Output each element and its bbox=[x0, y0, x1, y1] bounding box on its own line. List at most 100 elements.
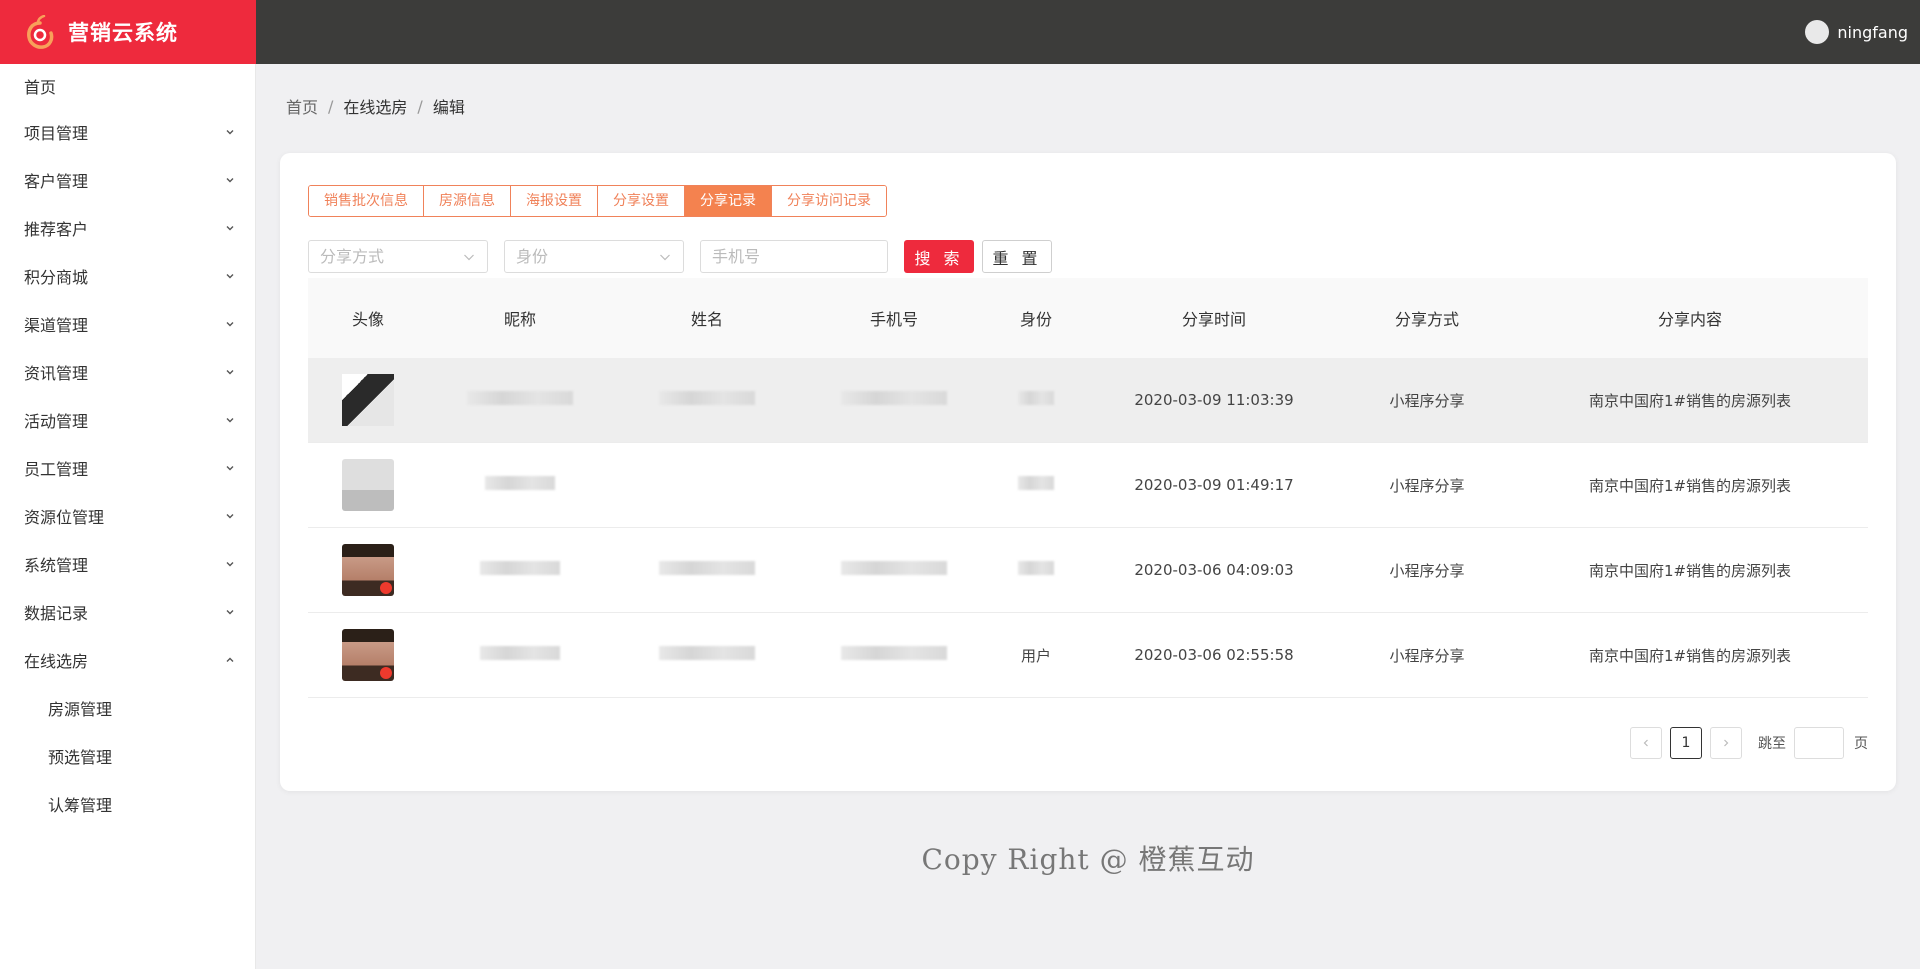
identity: 用户 bbox=[1020, 646, 1051, 665]
share-method: 小程序分享 bbox=[1389, 391, 1465, 410]
app-title: 营销云系统 bbox=[68, 21, 178, 45]
sidebar-item-news[interactable]: 资讯管理 bbox=[0, 348, 255, 396]
sidebar-item-customers[interactable]: 客户管理 bbox=[0, 156, 255, 204]
tab-poster-settings[interactable]: 海报设置 bbox=[511, 186, 598, 216]
sidebar-item-label: 预选管理 bbox=[48, 748, 113, 767]
sidebar-item-data-records[interactable]: 数据记录 bbox=[0, 588, 255, 636]
sidebar-item-label: 积分商城 bbox=[24, 268, 89, 287]
content-card: 销售批次信息 房源信息 海报设置 分享设置 分享记录 分享访问记录 分享方式 身… bbox=[280, 153, 1896, 791]
breadcrumb-current: 编辑 bbox=[432, 98, 465, 117]
sidebar-subitem-preselection[interactable]: 预选管理 bbox=[0, 732, 255, 780]
sidebar-item-activities[interactable]: 活动管理 bbox=[0, 396, 255, 444]
tab-share-visit-records[interactable]: 分享访问记录 bbox=[772, 186, 886, 216]
page-number-button[interactable]: 1 bbox=[1670, 727, 1702, 759]
sidebar-item-home[interactable]: 首页 bbox=[0, 64, 255, 108]
breadcrumb-online-selection[interactable]: 在线选房 bbox=[343, 94, 407, 118]
chevron-up-icon bbox=[225, 655, 235, 665]
table-row[interactable]: 2020-03-09 11:03:39 小程序分享 南京中国府1#销售的房源列表 bbox=[308, 358, 1868, 443]
tab-share-settings[interactable]: 分享设置 bbox=[598, 186, 685, 216]
page-suffix: 页 bbox=[1854, 736, 1868, 752]
phone-input[interactable] bbox=[700, 240, 888, 273]
sidebar-item-label: 在线选房 bbox=[24, 652, 89, 671]
column-header-share-content: 分享内容 bbox=[1657, 310, 1722, 329]
table-row[interactable]: 2020-03-09 01:49:17 小程序分享 南京中国府1#销售的房源列表 bbox=[308, 443, 1868, 528]
identity-placeholder: 身份 bbox=[516, 247, 549, 266]
share-time: 2020-03-06 02:55:58 bbox=[1134, 646, 1294, 664]
redacted-phone bbox=[841, 646, 947, 660]
share-content: 南京中国府1#销售的房源列表 bbox=[1588, 561, 1792, 580]
sidebar-item-label: 资讯管理 bbox=[24, 364, 89, 383]
user-avatar-icon bbox=[1805, 20, 1830, 44]
chevron-down-icon bbox=[225, 223, 235, 233]
sidebar-item-points-mall[interactable]: 积分商城 bbox=[0, 252, 255, 300]
share-method: 小程序分享 bbox=[1389, 561, 1465, 580]
sidebar-item-projects[interactable]: 项目管理 bbox=[0, 108, 255, 156]
share-method-placeholder: 分享方式 bbox=[320, 247, 385, 266]
share-records-table: 头像 昵称 姓名 手机号 身份 分享时间 分享方式 分享内容 2020-03-0… bbox=[308, 278, 1868, 698]
badge-icon bbox=[380, 582, 392, 594]
tab-sales-batch[interactable]: 销售批次信息 bbox=[309, 186, 424, 216]
breadcrumb-separator: / bbox=[328, 96, 334, 116]
redacted-nickname bbox=[480, 561, 560, 575]
sidebar-item-staff[interactable]: 员工管理 bbox=[0, 444, 255, 492]
chevron-down-icon bbox=[463, 252, 475, 262]
redacted-nickname bbox=[485, 476, 555, 490]
redacted-name bbox=[659, 561, 755, 575]
redacted-name bbox=[659, 391, 755, 405]
sidebar-item-label: 系统管理 bbox=[24, 556, 89, 575]
breadcrumb-separator: / bbox=[417, 96, 423, 116]
share-method: 小程序分享 bbox=[1389, 646, 1465, 665]
prev-page-button[interactable] bbox=[1630, 727, 1662, 759]
column-header-avatar: 头像 bbox=[351, 310, 384, 329]
chevron-down-icon bbox=[225, 463, 235, 473]
user-avatar bbox=[342, 629, 394, 681]
share-method: 小程序分享 bbox=[1389, 476, 1465, 495]
sidebar-item-label: 房源管理 bbox=[48, 700, 113, 719]
redacted-nickname bbox=[467, 391, 573, 405]
sidebar-subitem-listings[interactable]: 房源管理 bbox=[0, 684, 255, 732]
sidebar-item-online-selection[interactable]: 在线选房 bbox=[0, 636, 255, 684]
sidebar-item-resource-slots[interactable]: 资源位管理 bbox=[0, 492, 255, 540]
redacted-phone bbox=[841, 391, 947, 405]
sidebar-item-channels[interactable]: 渠道管理 bbox=[0, 300, 255, 348]
chevron-down-icon bbox=[225, 367, 235, 377]
column-header-nickname: 昵称 bbox=[503, 310, 536, 329]
chevron-down-icon bbox=[659, 252, 671, 262]
logo-area[interactable]: 营销云系统 bbox=[0, 0, 256, 64]
sidebar-subitem-subscription[interactable]: 认筹管理 bbox=[0, 780, 255, 828]
tab-bar: 销售批次信息 房源信息 海报设置 分享设置 分享记录 分享访问记录 bbox=[308, 185, 887, 217]
redacted-nickname bbox=[480, 646, 560, 660]
jump-page-input[interactable] bbox=[1794, 727, 1844, 759]
column-header-name: 姓名 bbox=[690, 310, 723, 329]
tab-share-records[interactable]: 分享记录 bbox=[685, 186, 772, 216]
tab-listing-info[interactable]: 房源信息 bbox=[424, 186, 511, 216]
sidebar-item-label: 首页 bbox=[24, 78, 57, 97]
sidebar-item-label: 项目管理 bbox=[24, 124, 89, 143]
chevron-down-icon bbox=[225, 511, 235, 521]
share-time: 2020-03-09 01:49:17 bbox=[1134, 476, 1294, 494]
chevron-down-icon bbox=[225, 127, 235, 137]
table-row[interactable]: 用户 2020-03-06 02:55:58 小程序分享 南京中国府1#销售的房… bbox=[308, 613, 1868, 698]
chevron-left-icon bbox=[1643, 739, 1648, 747]
chevron-down-icon bbox=[225, 415, 235, 425]
sidebar-item-system[interactable]: 系统管理 bbox=[0, 540, 255, 588]
user-menu[interactable]: ningfang bbox=[1805, 0, 1908, 64]
badge-icon bbox=[380, 667, 392, 679]
table-row[interactable]: 2020-03-06 04:09:03 小程序分享 南京中国府1#销售的房源列表 bbox=[308, 528, 1868, 613]
identity-select[interactable]: 身份 bbox=[504, 240, 684, 273]
jump-label: 跳至 bbox=[1758, 736, 1786, 752]
sidebar-item-label: 推荐客户 bbox=[24, 220, 89, 239]
next-page-button[interactable] bbox=[1710, 727, 1742, 759]
reset-button[interactable]: 重 置 bbox=[982, 240, 1052, 273]
share-method-select[interactable]: 分享方式 bbox=[308, 240, 488, 273]
column-header-share-method: 分享方式 bbox=[1394, 310, 1459, 329]
sidebar-item-referrals[interactable]: 推荐客户 bbox=[0, 204, 255, 252]
chevron-down-icon bbox=[225, 607, 235, 617]
redacted-identity bbox=[1018, 561, 1054, 575]
column-header-share-time: 分享时间 bbox=[1181, 310, 1246, 329]
filter-bar: 分享方式 身份 搜 索 重 置 bbox=[308, 240, 1052, 273]
column-header-phone: 手机号 bbox=[869, 310, 918, 329]
breadcrumb-home[interactable]: 首页 bbox=[286, 94, 318, 118]
search-button[interactable]: 搜 索 bbox=[904, 240, 974, 273]
breadcrumb: 首页 / 在线选房 / 编辑 bbox=[286, 94, 465, 118]
